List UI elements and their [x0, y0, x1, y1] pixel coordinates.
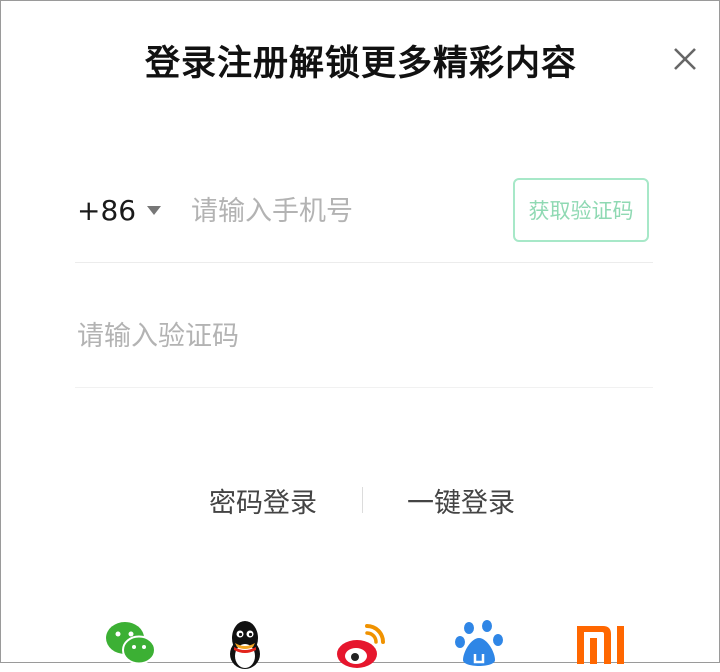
- phone-input[interactable]: [189, 188, 493, 234]
- qq-icon[interactable]: [217, 616, 273, 672]
- one-click-login-link[interactable]: 一键登录: [407, 481, 515, 520]
- chevron-down-icon[interactable]: [147, 206, 161, 215]
- wechat-icon[interactable]: [103, 616, 159, 672]
- verification-code-input[interactable]: [75, 313, 479, 359]
- login-dialog: 登录注册解锁更多精彩内容 +86 获取验证码 密码登录 一键登录: [0, 0, 720, 669]
- get-code-button[interactable]: 获取验证码: [513, 178, 649, 242]
- close-icon[interactable]: [665, 39, 705, 79]
- baidu-icon[interactable]: [453, 616, 509, 672]
- password-login-link[interactable]: 密码登录: [209, 481, 317, 520]
- xiaomi-icon[interactable]: [573, 616, 629, 672]
- phone-row: +86 获取验证码: [75, 176, 653, 263]
- divider: [362, 487, 363, 513]
- country-code-selector[interactable]: +86: [77, 194, 136, 227]
- verification-row: [75, 301, 653, 388]
- dialog-title: 登录注册解锁更多精彩内容: [144, 44, 577, 84]
- weibo-icon[interactable]: [333, 616, 389, 672]
